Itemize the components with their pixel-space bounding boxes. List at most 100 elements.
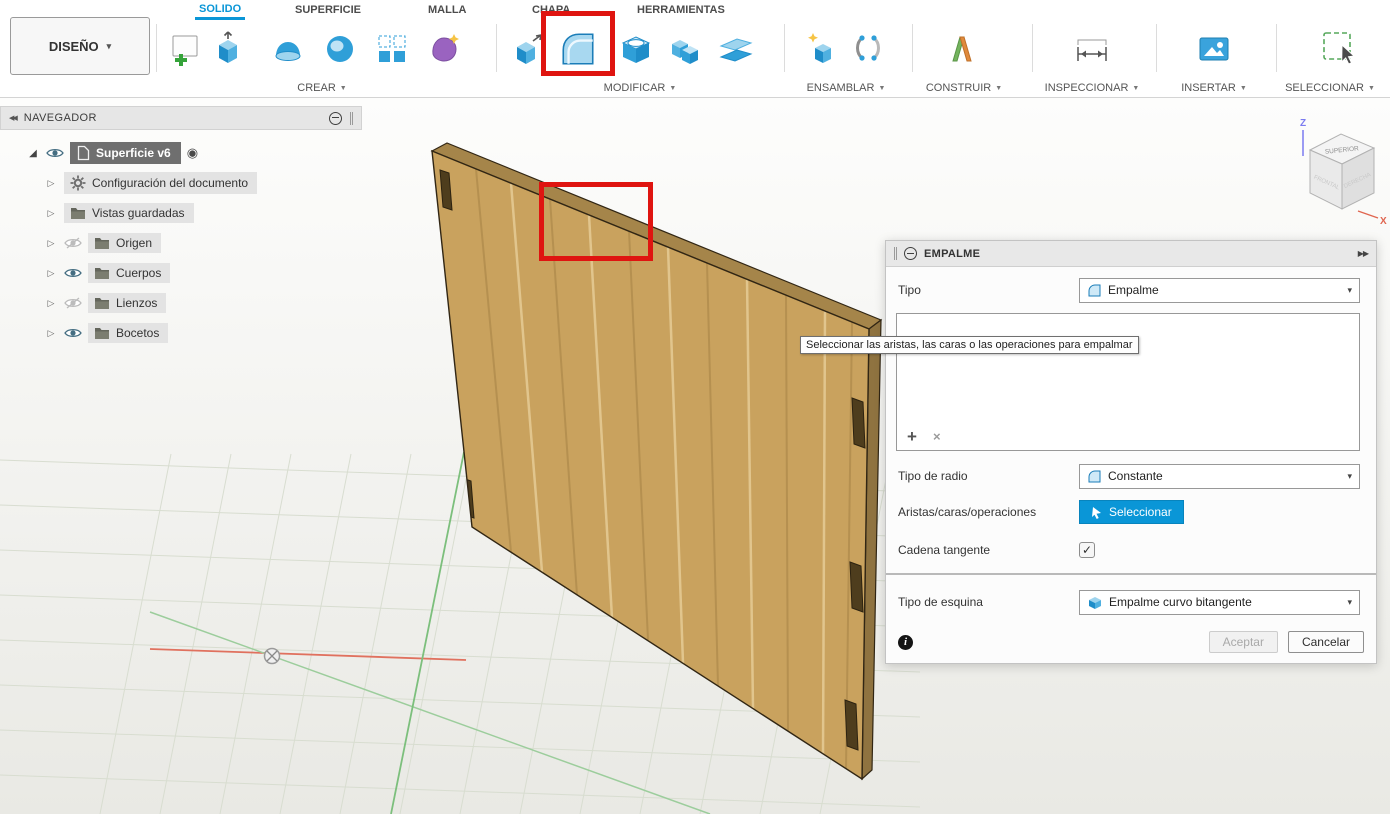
navigator-item-bodies[interactable]: ▷ Cuerpos: [0, 260, 171, 286]
insert-image-icon: [1199, 37, 1229, 61]
viewcube[interactable]: Z SUPERIOR FRONTAL DERECHA X: [1288, 112, 1390, 237]
group-crear[interactable]: CREAR ▼: [272, 80, 372, 96]
wood-panel-body[interactable]: [430, 142, 883, 781]
caret-down-icon: ▾: [1347, 284, 1352, 295]
sweep-button[interactable]: [318, 22, 362, 76]
selection-list[interactable]: + ×: [896, 313, 1360, 451]
y-axis-line: [149, 611, 711, 814]
dialog-title: EMPALME: [924, 247, 981, 260]
extrude-button[interactable]: [206, 22, 250, 76]
select-button[interactable]: [1318, 22, 1362, 76]
collapse-dialog-icon[interactable]: [904, 247, 917, 260]
folder-icon: [95, 327, 109, 339]
dialog-titlebar[interactable]: EMPALME ▶▶: [886, 241, 1376, 267]
expand-arrow-icon[interactable]: ▷: [44, 238, 58, 249]
collapse-panel-icon[interactable]: ◀◀: [9, 114, 18, 122]
revolve-button[interactable]: [266, 22, 310, 76]
visibility-off-icon[interactable]: [64, 297, 82, 309]
new-component-button[interactable]: [800, 22, 844, 76]
caret-down-icon: ▼: [878, 84, 886, 92]
navigator-item-canvases[interactable]: ▷ Lienzos: [0, 290, 167, 316]
design-dropdown-label: DISEÑO: [48, 38, 99, 54]
navigator-item-document-settings[interactable]: ▷ Configuración del documento: [0, 170, 258, 196]
visibility-on-icon[interactable]: [64, 267, 82, 279]
split-button[interactable]: [714, 22, 758, 76]
folder-icon: [95, 237, 109, 249]
cancelar-button[interactable]: Cancelar: [1287, 631, 1364, 653]
group-construir[interactable]: CONSTRUIR ▼: [904, 80, 1024, 96]
activate-component-icon[interactable]: ◉: [187, 145, 198, 161]
corner-type-icon: [1089, 596, 1101, 609]
annotation-box-panel-edge: [539, 182, 653, 261]
corner-type-value: Empalme curvo bitangente: [1109, 595, 1252, 609]
aceptar-button[interactable]: Aceptar: [1208, 631, 1278, 653]
minimize-panel-icon[interactable]: [329, 111, 342, 125]
form-button[interactable]: [422, 22, 466, 76]
caret-down-icon: ▾: [106, 40, 112, 51]
revolve-icon: [275, 42, 301, 61]
create-sketch-button[interactable]: [162, 22, 206, 76]
caret-down-icon: ▼: [1239, 84, 1247, 92]
group-seleccionar[interactable]: SELECCIONAR ▼: [1270, 80, 1390, 96]
tab-superficie[interactable]: SUPERFICIE: [291, 0, 365, 20]
expand-arrow-icon[interactable]: ▷: [44, 178, 58, 189]
select-icon: [1323, 32, 1356, 65]
navigator-item-origin[interactable]: ▷ Origen: [0, 230, 162, 256]
visibility-on-icon[interactable]: [64, 327, 82, 339]
dialog-drag-grip[interactable]: [894, 247, 897, 260]
group-modificar[interactable]: MODIFICAR ▼: [580, 80, 700, 96]
tipo-dropdown[interactable]: Empalme ▾: [1079, 277, 1360, 303]
dock-dialog-icon[interactable]: ▶▶: [1358, 249, 1369, 258]
origin-marker[interactable]: [263, 647, 281, 665]
measure-icon: [1077, 39, 1107, 61]
navigator-item-saved-views[interactable]: ▷ Vistas guardadas: [0, 200, 194, 226]
caret-down-icon: ▼: [339, 84, 347, 92]
dialog-divider: [886, 573, 1376, 575]
tab-malla[interactable]: MALLA: [424, 0, 471, 20]
shell-button[interactable]: [614, 22, 658, 76]
seleccionar-button[interactable]: Seleccionar: [1079, 500, 1184, 524]
navigator-header[interactable]: ◀◀ NAVEGADOR: [0, 106, 362, 130]
group-insertar[interactable]: INSERTAR ▼: [1154, 80, 1274, 96]
combine-icon: [672, 40, 698, 64]
pattern-button[interactable]: [370, 22, 414, 76]
fusion-app: DISEÑO ▾ SOLIDO SUPERFICIE MALLA CHAPA H…: [0, 0, 1390, 814]
tab-herramientas[interactable]: HERRAMIENTAS: [633, 0, 729, 20]
insert-image-button[interactable]: [1192, 22, 1236, 76]
group-inspeccionar[interactable]: INSPECCIONAR ▼: [1032, 80, 1152, 96]
constant-radius-icon: [1088, 470, 1101, 482]
caret-down-icon: ▾: [1347, 596, 1352, 607]
visibility-off-icon[interactable]: [64, 237, 82, 249]
radio-type-dropdown[interactable]: Constante ▾: [1079, 463, 1360, 489]
joint-button[interactable]: [846, 22, 890, 76]
expand-arrow-icon[interactable]: ▷: [44, 298, 58, 309]
measure-button[interactable]: [1070, 22, 1114, 76]
construction-plane-icon: [952, 36, 972, 62]
construction-plane-button[interactable]: [940, 22, 984, 76]
folder-icon: [95, 267, 109, 279]
group-ensamblar[interactable]: ENSAMBLAR ▼: [786, 80, 906, 96]
tipo-value: Empalme: [1108, 283, 1159, 297]
remove-selection-icon[interactable]: ×: [933, 430, 941, 443]
expand-arrow-icon[interactable]: ▷: [44, 268, 58, 279]
check-icon: ✓: [1081, 543, 1093, 557]
tab-solido[interactable]: SOLIDO: [195, 0, 246, 20]
expand-arrow-icon[interactable]: ▷: [44, 208, 58, 219]
navigator-item-sketches[interactable]: ▷ Bocetos: [0, 320, 169, 346]
root-item-label: Superficie v6: [96, 146, 171, 160]
panel-grip[interactable]: [350, 111, 353, 125]
chain-tangent-checkbox[interactable]: ✓: [1079, 542, 1095, 558]
gear-icon: [70, 175, 86, 191]
info-icon[interactable]: i: [898, 634, 913, 650]
expand-arrow-icon[interactable]: ▷: [44, 328, 58, 339]
top-toolbar: DISEÑO ▾ SOLIDO SUPERFICIE MALLA CHAPA H…: [0, 0, 1390, 98]
combine-button[interactable]: [664, 22, 708, 76]
navigator-root-item[interactable]: ◢ Superficie v6 ◉: [0, 140, 198, 166]
navigator-panel: ◀◀ NAVEGADOR ◢ Superficie v6 ◉ ▷ Configu…: [0, 106, 362, 343]
corner-type-dropdown[interactable]: Empalme curvo bitangente ▾: [1079, 589, 1360, 615]
form-icon: [432, 34, 459, 62]
design-dropdown[interactable]: DISEÑO ▾: [10, 17, 150, 75]
add-selection-icon[interactable]: +: [907, 428, 917, 445]
visibility-on-icon[interactable]: [46, 147, 64, 159]
expand-arrow-icon[interactable]: ◢: [26, 148, 40, 159]
